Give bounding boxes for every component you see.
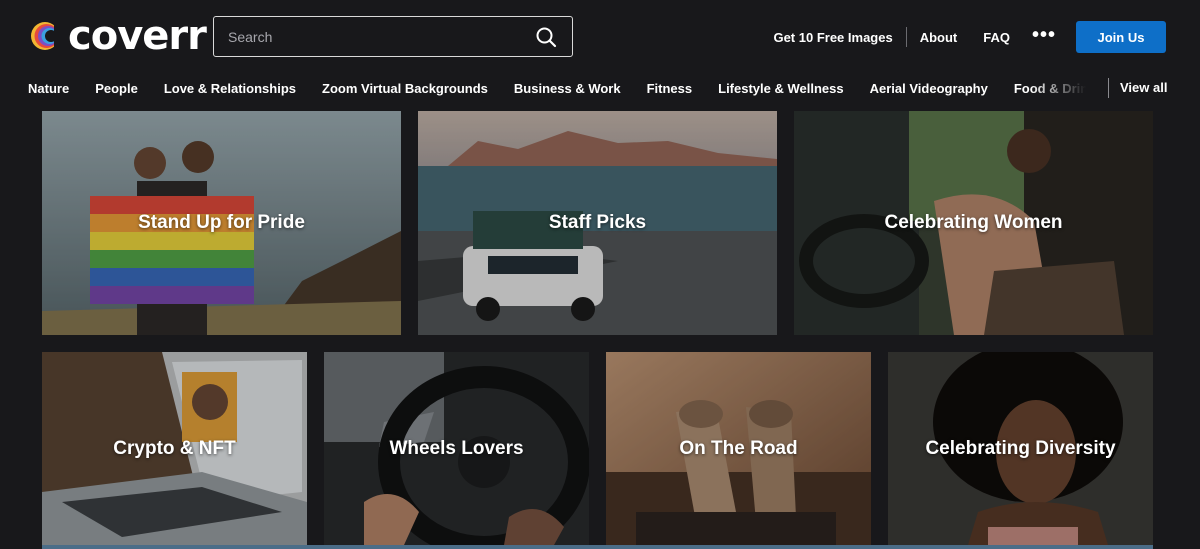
about-link[interactable]: About <box>920 30 958 45</box>
logo-rainbow-icon <box>31 21 66 51</box>
category-aerial-videography[interactable]: Aerial Videography <box>870 81 988 96</box>
collection-tile-celebrating-diversity[interactable]: Celebrating Diversity <box>888 352 1153 545</box>
category-business-work[interactable]: Business & Work <box>514 81 621 96</box>
more-menu-icon[interactable]: ••• <box>1032 25 1056 46</box>
category-nature[interactable]: Nature <box>28 81 69 96</box>
category-list: Nature People Love & Relationships Zoom … <box>28 72 1096 104</box>
free-images-link[interactable]: Get 10 Free Images <box>773 30 892 45</box>
collection-title: Stand Up for Pride <box>138 212 305 233</box>
collection-title: Celebrating Diversity <box>925 437 1116 459</box>
scroll-edge-bar <box>42 545 1153 549</box>
collection-tile-pride[interactable]: Stand Up for Pride <box>42 111 401 335</box>
logo-text: coverr <box>68 13 207 59</box>
category-lifestyle-wellness[interactable]: Lifestyle & Wellness <box>718 81 843 96</box>
category-fade <box>1030 72 1100 104</box>
coverr-logo[interactable]: coverr <box>28 13 207 59</box>
search-icon[interactable] <box>526 17 566 57</box>
faq-link[interactable]: FAQ <box>983 30 1010 45</box>
view-all-link[interactable]: View all <box>1120 72 1167 104</box>
search-box <box>213 16 573 57</box>
category-fitness[interactable]: Fitness <box>647 81 693 96</box>
category-zoom-backgrounds[interactable]: Zoom Virtual Backgrounds <box>322 81 488 96</box>
collection-title: Staff Picks <box>548 212 647 233</box>
nav-divider <box>905 27 907 47</box>
category-divider <box>1108 78 1109 98</box>
collection-title: Celebrating Women <box>884 212 1063 233</box>
collection-title: Wheels Lovers <box>389 437 524 459</box>
category-people[interactable]: People <box>95 81 138 96</box>
collection-title: On The Road <box>679 437 798 459</box>
collection-title: Crypto & NFT <box>113 437 236 459</box>
collection-tile-on-the-road[interactable]: On The Road <box>606 352 871 545</box>
collection-tile-celebrating-women[interactable]: Celebrating Women <box>794 111 1153 335</box>
category-love-relationships[interactable]: Love & Relationships <box>164 81 296 96</box>
collection-tile-crypto-nft[interactable]: Crypto & NFT <box>42 352 307 545</box>
top-nav: Get 10 Free Images About FAQ ••• Join Us <box>773 21 1166 53</box>
search-input[interactable] <box>214 17 526 56</box>
category-bar: Nature People Love & Relationships Zoom … <box>0 72 1200 104</box>
join-us-button[interactable]: Join Us <box>1076 21 1166 53</box>
collection-tile-wheels-lovers[interactable]: Wheels Lovers <box>324 352 589 545</box>
collection-tile-staff-picks[interactable]: Staff Picks <box>418 111 777 335</box>
header: coverr Get 10 Free Images About FAQ ••• … <box>0 0 1200 72</box>
